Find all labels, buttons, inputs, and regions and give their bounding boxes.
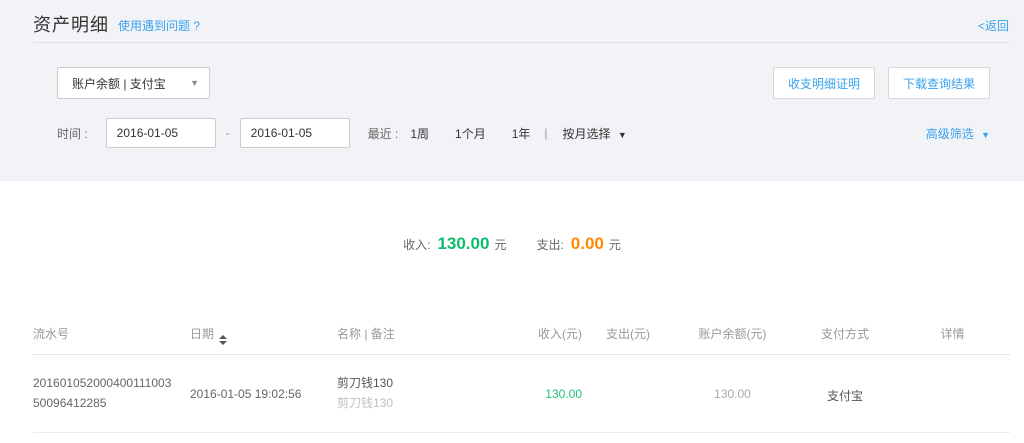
advanced-filter-dropdown[interactable]: 高级筛选 ▼ bbox=[926, 125, 990, 142]
income-expense-summary: 收入: 130.00 元 支出: 0.00 元 bbox=[0, 234, 1024, 254]
transaction-remark: 剪刀钱130 bbox=[337, 393, 522, 413]
header-serial-number: 流水号 bbox=[33, 325, 191, 342]
header-income: 收入(元) bbox=[512, 325, 582, 342]
time-label: 时间 : bbox=[57, 125, 88, 142]
options-divider: | bbox=[544, 126, 547, 140]
income-value: 130.00 bbox=[437, 234, 489, 254]
transaction-name: 剪刀钱130 bbox=[337, 373, 522, 393]
page-header: 资产明细 使用遇到问题 ? <返回 bbox=[0, 0, 1024, 42]
chevron-down-icon: ▼ bbox=[618, 130, 627, 140]
chevron-down-icon: ▼ bbox=[981, 130, 990, 140]
recent-option-1year[interactable]: 1年 bbox=[512, 125, 531, 142]
header-name-remark: 名称 | 备注 bbox=[337, 325, 522, 342]
table-row: 201601052000400111003 50096412285 2016-0… bbox=[0, 373, 1024, 421]
expense-value: 0.00 bbox=[571, 234, 604, 254]
help-link[interactable]: 使用遇到问题 ? bbox=[118, 17, 200, 34]
table-header-row: 流水号 日期 名称 | 备注 收入(元) 支出(元) 账户余额(元) 支付方式 … bbox=[0, 325, 1024, 343]
income-label: 收入: bbox=[403, 236, 430, 253]
advanced-filter-label: 高级筛选 bbox=[926, 127, 974, 141]
recent-option-1week[interactable]: 1周 bbox=[410, 125, 429, 142]
statement-certificate-button[interactable]: 收支明细证明 bbox=[773, 67, 875, 99]
chevron-down-icon: ▼ bbox=[190, 78, 199, 88]
serial-line-1: 201601052000400111003 bbox=[33, 373, 191, 393]
recent-option-1month[interactable]: 1个月 bbox=[455, 125, 486, 142]
cell-payment-method: 支付宝 bbox=[800, 373, 890, 404]
month-select-dropdown[interactable]: 按月选择 ▼ bbox=[563, 125, 627, 142]
month-select-label: 按月选择 bbox=[563, 127, 611, 141]
cell-expense bbox=[590, 373, 650, 387]
cell-serial-number: 201601052000400111003 50096412285 bbox=[33, 373, 191, 413]
sort-icon[interactable] bbox=[219, 335, 227, 345]
date-separator: - bbox=[226, 126, 230, 140]
toolbar-buttons: 收支明细证明 下载查询结果 bbox=[773, 67, 990, 99]
header-detail: 详情 bbox=[905, 325, 1000, 342]
account-dropdown-value: 账户余额 | 支付宝 bbox=[72, 75, 166, 92]
cell-name-remark: 剪刀钱130 剪刀钱130 bbox=[337, 373, 522, 413]
filter-panel: 资产明细 使用遇到问题 ? <返回 账户余额 | 支付宝 ▼ 收支明细证明 下载… bbox=[0, 0, 1024, 181]
table-row-divider bbox=[33, 432, 1010, 433]
back-link[interactable]: <返回 bbox=[978, 17, 1009, 34]
date-to-input[interactable] bbox=[240, 118, 350, 148]
table-header-divider bbox=[33, 354, 1010, 355]
expense-unit: 元 bbox=[609, 236, 621, 253]
income-unit: 元 bbox=[494, 236, 506, 253]
download-results-button[interactable]: 下载查询结果 bbox=[888, 67, 990, 99]
header-payment-method: 支付方式 bbox=[800, 325, 890, 342]
header-balance: 账户余额(元) bbox=[690, 325, 775, 342]
recent-label: 最近 : bbox=[368, 125, 399, 142]
cell-balance: 130.00 bbox=[690, 373, 775, 401]
cell-detail bbox=[905, 373, 1000, 387]
expense-label: 支出: bbox=[536, 236, 563, 253]
page-title: 资产明细 bbox=[33, 11, 109, 37]
time-filter-row: 时间 : - 最近 : 1周 1个月 1年 | 按月选择 ▼ 高级筛选 ▼ bbox=[57, 118, 990, 148]
serial-line-2: 50096412285 bbox=[33, 393, 191, 413]
cell-date: 2016-01-05 19:02:56 bbox=[190, 373, 330, 401]
header-divider bbox=[33, 42, 1010, 43]
header-date-label: 日期 bbox=[190, 327, 214, 341]
account-type-dropdown[interactable]: 账户余额 | 支付宝 ▼ bbox=[57, 67, 210, 99]
header-expense: 支出(元) bbox=[590, 325, 650, 342]
cell-income: 130.00 bbox=[512, 373, 582, 401]
date-from-input[interactable] bbox=[106, 118, 216, 148]
header-date-sortable[interactable]: 日期 bbox=[190, 325, 330, 345]
